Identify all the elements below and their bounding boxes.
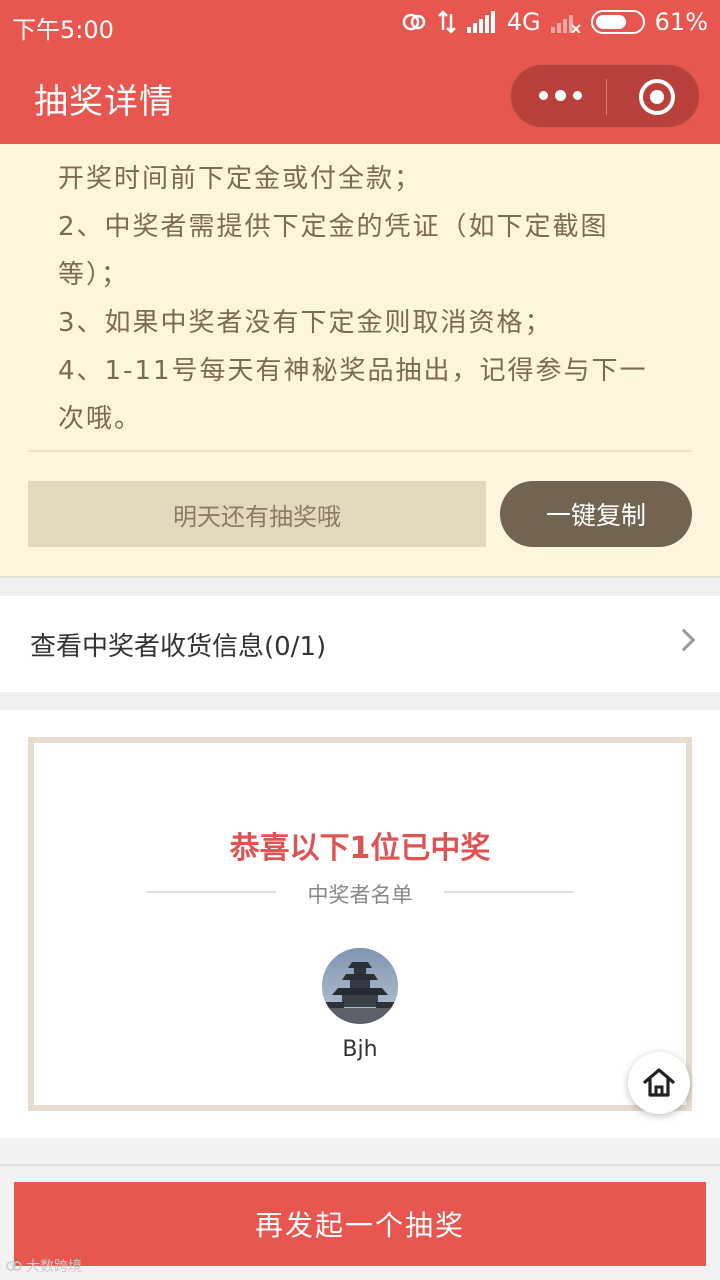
list-title-line-right (444, 891, 574, 893)
page-title: 抽奖详情 (34, 82, 174, 122)
rule-line: 2、中奖者需提供下定金的凭证（如下定截图 (58, 212, 609, 242)
signal-weak-icon (550, 15, 581, 33)
rule-line: 4、1-11号每天有神秘奖品抽出，记得参与下一 (58, 356, 648, 386)
rule-line: 次哦。 (58, 404, 143, 434)
winner-shipping-info-label: 查看中奖者收货信息(0/1) (30, 632, 327, 662)
capsule-divider (606, 79, 607, 115)
congrats-title: 恭喜以下1位已中奖 (229, 831, 491, 866)
battery-icon (590, 10, 645, 34)
battery-level: 61% (654, 8, 708, 36)
tomorrow-lottery-button[interactable]: 明天还有抽奖哦 (28, 481, 486, 547)
chevron-right-icon (672, 628, 696, 652)
status-icons: 4G 61% (401, 8, 708, 36)
rules-card: 开奖时间前下定金或付全款； 2、中奖者需提供下定金的凭证（如下定截图 等）； 3… (0, 144, 720, 576)
network-type: 4G (506, 8, 541, 36)
winner-list-title: 中奖者名单 (307, 883, 413, 907)
home-button[interactable] (628, 1052, 690, 1114)
data-arrows-icon (437, 10, 456, 34)
watermark-text: 大数跨境 (26, 1259, 82, 1275)
copy-button[interactable]: 一键复制 (500, 481, 692, 547)
rule-line: 3、如果中奖者没有下定金则取消资格； (58, 308, 553, 338)
pagoda-image (322, 948, 398, 1024)
winner-name: Bjh (342, 1037, 378, 1062)
winners-frame: 恭喜以下1位已中奖 中奖者名单 Bjh (28, 737, 692, 1111)
winners-section: 恭喜以下1位已中奖 中奖者名单 Bjh (0, 710, 720, 1138)
menu-capsule (510, 64, 700, 128)
winner-shipping-info-row[interactable]: 查看中奖者收货信息(0/1) (0, 596, 720, 692)
signal-icon (466, 11, 495, 33)
watermark: 大数跨境 (6, 1256, 82, 1276)
more-dots-icon[interactable] (539, 90, 582, 101)
rule-line: 等）； (58, 260, 130, 290)
sync-icon (402, 13, 426, 31)
target-icon[interactable] (639, 79, 675, 115)
rules-divider (28, 450, 692, 452)
watermark-logo-icon (6, 1261, 22, 1271)
title-bar: 抽奖详情 (0, 50, 720, 144)
status-bar: 下午5:00 4G 61% (0, 0, 720, 50)
winner-avatar[interactable] (322, 948, 398, 1024)
home-icon (643, 1068, 675, 1097)
bottom-divider (0, 1164, 720, 1166)
start-new-lottery-button[interactable]: 再发起一个抽奖 (14, 1182, 706, 1266)
rule-line: 开奖时间前下定金或付全款； (58, 164, 423, 194)
status-time: 下午5:00 (12, 16, 114, 44)
rules-bottom-border (0, 576, 720, 578)
